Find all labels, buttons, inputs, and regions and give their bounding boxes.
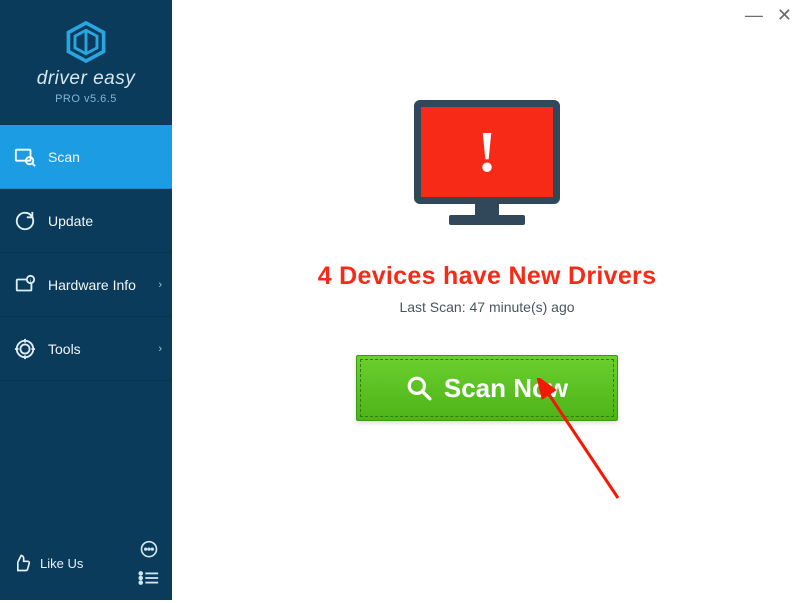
like-us-button[interactable]: Like Us <box>12 553 83 573</box>
update-icon <box>14 210 36 232</box>
scan-now-label: Scan Now <box>444 373 568 404</box>
sidebar-bottom-right <box>138 540 160 586</box>
minimize-icon[interactable]: — <box>745 5 763 26</box>
headline-text: 4 Devices have New Drivers <box>318 262 657 291</box>
main-panel: ! 4 Devices have New Drivers Last Scan: … <box>172 0 802 600</box>
like-us-label: Like Us <box>40 556 83 571</box>
titlebar: — ✕ <box>745 0 802 30</box>
nav-item-hardware[interactable]: i Hardware Info › <box>0 253 172 317</box>
nav-label: Scan <box>48 149 80 165</box>
brand-version: PRO v5.6.5 <box>55 93 117 105</box>
nav-label: Update <box>48 213 93 229</box>
feedback-icon[interactable] <box>139 540 159 560</box>
sidebar: driver easy PRO v5.6.5 Scan <box>0 0 172 600</box>
nav-item-update[interactable]: Update <box>0 189 172 253</box>
tools-icon <box>14 338 36 360</box>
last-scan-text: Last Scan: 47 minute(s) ago <box>399 299 574 315</box>
close-icon[interactable]: ✕ <box>777 5 792 26</box>
nav-label: Hardware Info <box>48 277 136 293</box>
brand-name: driver easy <box>37 68 135 90</box>
alert-monitor-icon: ! <box>412 100 562 240</box>
menu-icon[interactable] <box>138 570 160 586</box>
chevron-right-icon: › <box>158 279 162 291</box>
app-window: — ✕ driver easy PRO v5.6.5 Scan <box>0 0 802 600</box>
sidebar-bottom: Like Us <box>0 530 172 600</box>
svg-text:i: i <box>30 278 31 284</box>
scan-icon <box>14 146 36 168</box>
search-icon <box>406 375 432 401</box>
nav-item-tools[interactable]: Tools › <box>0 317 172 381</box>
chevron-right-icon: › <box>158 343 162 355</box>
nav-label: Tools <box>48 341 81 357</box>
hardware-info-icon: i <box>14 274 36 296</box>
brand-block: driver easy PRO v5.6.5 <box>0 0 172 125</box>
nav-item-scan[interactable]: Scan <box>0 125 172 189</box>
exclamation-icon: ! <box>477 123 496 181</box>
nav-list: Scan Update i <box>0 125 172 381</box>
scan-now-button[interactable]: Scan Now <box>356 355 618 421</box>
thumbs-up-icon <box>12 553 32 573</box>
logo-icon <box>64 20 108 64</box>
